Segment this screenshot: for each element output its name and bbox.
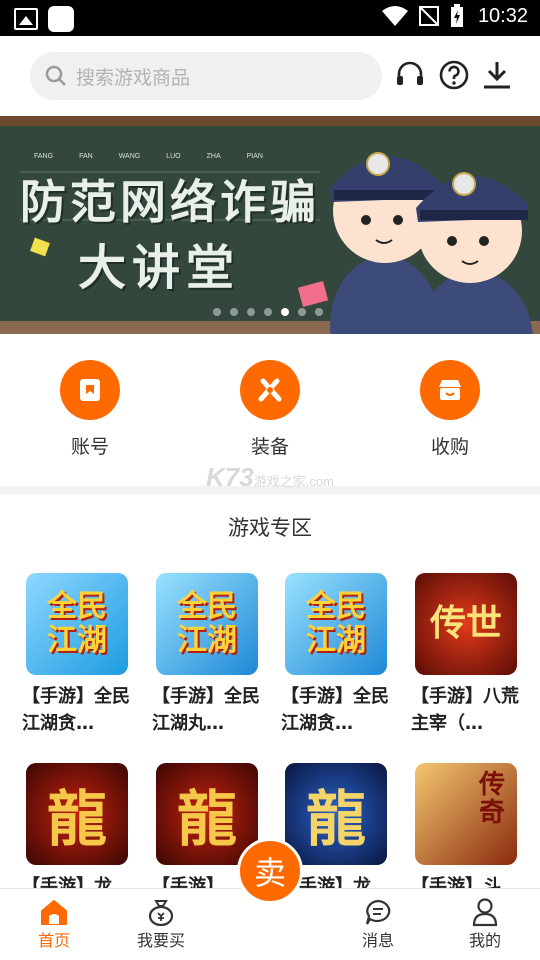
promo-banner[interactable]: FANG FAN WANG LUO ZHA PIAN 防范网络诈骗 大讲堂 <box>0 116 540 334</box>
category-label: 账号 <box>70 436 109 458</box>
nav-label: 我的 <box>468 931 501 950</box>
equipment-icon <box>240 360 300 420</box>
store-icon <box>420 360 480 420</box>
police-officer-right <box>416 172 533 334</box>
watermark: K73游戏之家.com <box>206 462 334 492</box>
game-thumbnail: 龍 <box>156 763 258 865</box>
user-icon <box>445 897 525 927</box>
customer-service-icon[interactable] <box>393 58 427 92</box>
game-title: 【手游】全民江湖贪… <box>22 686 130 734</box>
banner-pinyin: FANG FAN WANG LUO ZHA PIAN <box>34 153 263 160</box>
category-label: 装备 <box>250 436 289 458</box>
download-icon[interactable] <box>480 58 514 92</box>
game-card[interactable]: 全民江湖 【手游】全民江湖贪… <box>281 573 391 737</box>
nav-label: 首页 <box>37 931 70 950</box>
search-placeholder: 搜索游戏商品 <box>76 66 191 89</box>
game-thumbnail: 龍 <box>26 763 128 865</box>
image-notification-icon <box>14 8 38 30</box>
carousel-dot[interactable] <box>230 308 238 316</box>
nav-home[interactable]: 首页 <box>14 897 94 951</box>
game-thumbnail: 传奇 <box>415 763 517 865</box>
banner-headline: 防范网络诈骗 <box>20 175 320 229</box>
battery-charging-icon <box>450 4 463 27</box>
game-card[interactable]: 传世 【手游】八荒主宰（… <box>411 573 521 737</box>
banner-subline: 大讲堂 <box>78 240 241 296</box>
nav-mine[interactable]: 我的 <box>445 897 525 951</box>
carousel-dot[interactable] <box>298 308 306 316</box>
game-card[interactable]: 全民江湖 【手游】全民江湖丸… <box>152 573 262 737</box>
game-card[interactable]: 全民江湖 【手游】全民江湖贪… <box>22 573 132 737</box>
carousel-dot[interactable] <box>264 308 272 316</box>
no-signal-icon <box>418 6 439 26</box>
category-label: 收购 <box>430 436 469 458</box>
search-input[interactable]: 搜索游戏商品 <box>30 52 382 100</box>
app-notification-icon <box>48 6 74 32</box>
wifi-icon <box>381 6 408 26</box>
category-purchase[interactable]: 收购 <box>390 360 510 459</box>
nav-label: 消息 <box>361 931 394 950</box>
account-icon <box>60 360 120 420</box>
carousel-dot[interactable] <box>315 308 323 316</box>
game-thumbnail: 传世 <box>415 573 517 675</box>
section-title: 游戏专区 <box>228 516 312 540</box>
game-thumbnail: 全民江湖 <box>26 573 128 675</box>
game-thumbnail: 龍 <box>285 763 387 865</box>
game-thumbnail: 全民江湖 <box>156 573 258 675</box>
money-bag-icon <box>121 897 201 927</box>
nav-messages[interactable]: 消息 <box>338 897 418 951</box>
game-title: 【手游】全民江湖丸… <box>152 686 260 734</box>
search-header: 搜索游戏商品 <box>0 36 540 116</box>
carousel-dot-active[interactable] <box>281 308 289 316</box>
status-bar: 10:32 <box>0 0 540 36</box>
category-equipment[interactable]: 装备 <box>210 360 330 459</box>
carousel-indicator <box>213 308 323 316</box>
home-icon <box>14 897 94 927</box>
nav-buy[interactable]: 我要买 <box>121 897 201 951</box>
nav-label: 我要买 <box>136 931 185 950</box>
game-thumbnail: 全民江湖 <box>285 573 387 675</box>
sell-button[interactable]: 卖 <box>237 838 303 904</box>
chat-icon <box>338 897 418 927</box>
category-row: 账号 装备 收购 <box>0 360 540 470</box>
game-title: 【手游】全民江湖贪… <box>281 686 389 734</box>
category-account[interactable]: 账号 <box>30 360 150 459</box>
carousel-dot[interactable] <box>247 308 255 316</box>
help-icon[interactable] <box>437 58 471 92</box>
game-title: 【手游】八荒主宰（… <box>411 686 519 734</box>
search-icon <box>45 65 66 86</box>
carousel-dot[interactable] <box>213 308 221 316</box>
clock: 10:32 <box>477 4 528 27</box>
